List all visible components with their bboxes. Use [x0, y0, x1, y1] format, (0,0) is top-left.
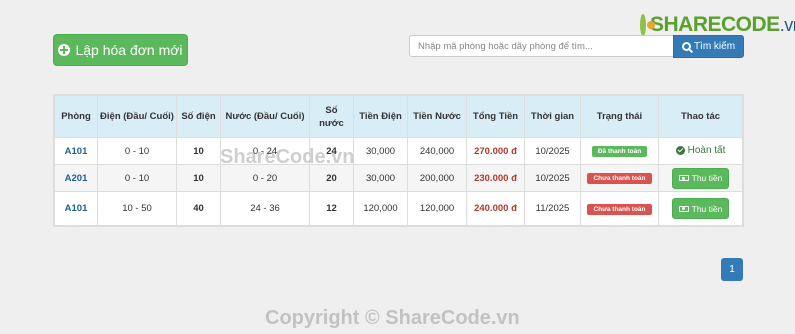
water-units-cell: 12: [309, 191, 354, 226]
header-electric-range: Điện (Đầu/ Cuối): [97, 95, 177, 138]
period-cell: 11/2025: [524, 191, 581, 226]
electric-units-cell: 10: [176, 137, 221, 165]
invoice-table: Phòng Điện (Đầu/ Cuối) Số điện Nước (Đầu…: [53, 94, 744, 227]
search-button[interactable]: Tìm kiếm: [673, 35, 744, 58]
money-icon: [678, 175, 689, 181]
header-water-units: Số nước: [309, 95, 354, 138]
action-cell: Thu tiền: [658, 191, 743, 226]
water-range-cell: 0 - 24: [220, 137, 310, 165]
header-status: Trạng thái: [580, 95, 659, 138]
plus-circle-icon: [58, 44, 71, 56]
search-button-label: Tìm kiếm: [693, 41, 736, 52]
action-cell: Hoàn tất: [658, 137, 743, 165]
sharecode-logo-icon: [640, 14, 655, 36]
electric-cost-cell: 120,000: [353, 191, 408, 226]
period-cell: 10/2025: [524, 137, 581, 165]
status-cell: Chưa thanh toán: [580, 164, 659, 192]
collect-payment-button[interactable]: Thu tiền: [672, 198, 729, 219]
water-cost-cell: 120,000: [407, 191, 467, 226]
water-range-cell: 24 - 36: [220, 191, 310, 226]
period-cell: 10/2025: [524, 164, 581, 192]
create-invoice-label: Lập hóa đơn mới: [75, 42, 183, 58]
header-electric-cost: Tiền Điện: [353, 95, 408, 138]
electric-units-cell: 40: [176, 191, 221, 226]
electric-range-cell: 0 - 10: [97, 137, 177, 165]
status-badge-unpaid: Chưa thanh toán: [587, 203, 652, 215]
create-invoice-button[interactable]: Lập hóa đơn mới: [53, 34, 188, 66]
status-cell: Đã thanh toán: [580, 137, 659, 165]
room-cell: A101: [54, 191, 98, 226]
table-row: A101 10 - 50 40 24 - 36 12 120,000 120,0…: [54, 191, 743, 226]
electric-range-cell: 0 - 10: [97, 164, 177, 192]
completed-text: Hoàn tất: [687, 144, 726, 156]
logo-text: SHARECODE.vn: [650, 13, 795, 36]
search-input[interactable]: [409, 35, 674, 57]
electric-units-cell: 10: [176, 164, 221, 192]
water-units-cell: 20: [309, 164, 354, 192]
header-water-range: Nước (Đầu/ Cuối): [220, 95, 310, 138]
collect-payment-label: Thu tiền: [691, 173, 723, 183]
collect-payment-button[interactable]: Thu tiền: [672, 167, 729, 189]
header-actions: Thao tác: [658, 95, 743, 138]
check-circle-icon: [675, 145, 685, 155]
completed-label: Hoàn tất: [675, 144, 726, 156]
status-badge-unpaid: Chưa thanh toán: [587, 173, 652, 184]
electric-cost-cell: 30,000: [353, 164, 408, 192]
total-cell: 230.000 đ: [466, 164, 525, 192]
money-icon: [678, 205, 689, 212]
water-cost-cell: 200,000: [407, 164, 467, 192]
status-badge-paid: Đã thanh toán: [591, 146, 648, 157]
action-cell: Thu tiền: [658, 164, 743, 192]
electric-cost-cell: 30,000: [353, 137, 408, 165]
electric-range-cell: 10 - 50: [97, 191, 177, 226]
header-period: Thời gian: [524, 95, 581, 138]
header-room: Phòng: [54, 95, 98, 138]
pagination-page-button[interactable]: 1: [721, 258, 743, 281]
table-header-row: Phòng Điện (Đầu/ Cuối) Số điện Nước (Đầu…: [54, 95, 743, 138]
water-units-cell: 24: [309, 137, 354, 165]
header-total: Tổng Tiền: [466, 95, 525, 138]
total-cell: 240.000 đ: [466, 191, 525, 226]
table-row: A101 0 - 10 10 0 - 24 24 30,000 240,000 …: [54, 137, 743, 165]
water-cost-cell: 240,000: [407, 137, 467, 165]
status-cell: Chưa thanh toán: [580, 191, 659, 226]
room-cell: A201: [54, 164, 98, 192]
header-electric-units: Số điện: [176, 95, 221, 138]
search-icon: [681, 42, 691, 51]
collect-payment-label: Thu tiền: [691, 203, 723, 214]
room-cell: A101: [54, 137, 98, 165]
header-water-cost: Tiền Nước: [407, 95, 467, 138]
watermark-footer: Copyright © ShareCode.vn: [265, 307, 520, 329]
table-row: A201 0 - 10 10 0 - 20 20 30,000 200,000 …: [54, 164, 743, 192]
water-range-cell: 0 - 20: [220, 164, 310, 192]
total-cell: 270.000 đ: [466, 137, 525, 165]
